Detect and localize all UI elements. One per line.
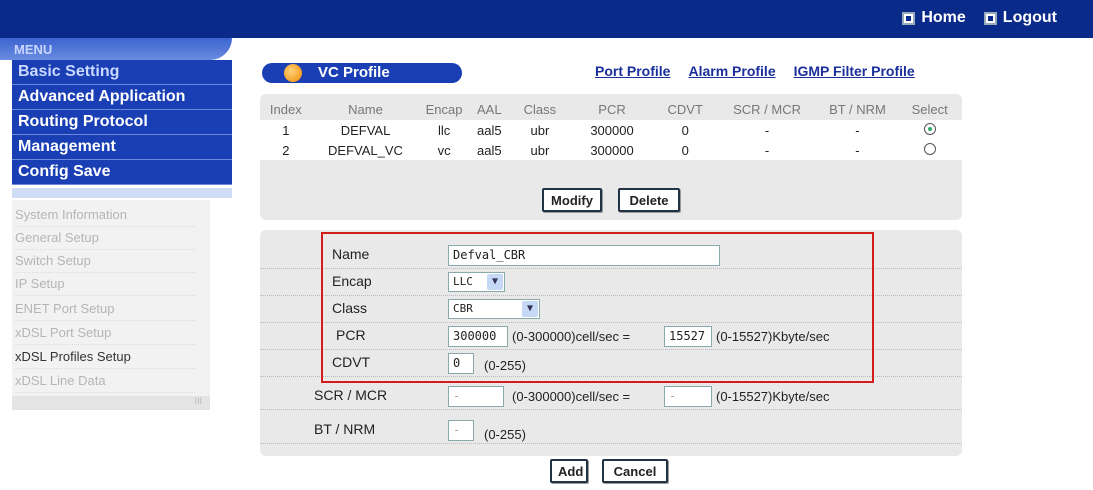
submenu-system-information[interactable]: System Information [15,204,195,227]
scr-kbyte-range: (0-15527)Kbyte/sec [716,389,830,404]
submenu-general-setup[interactable]: General Setup [15,227,195,250]
table-row: 1 DEFVAL llc aal5 ubr 300000 0 - - [260,120,962,140]
submenu-enet-port-setup[interactable]: ENET Port Setup [15,298,195,321]
menu-advanced-application[interactable]: Advanced Application [12,85,232,110]
menu-separator [12,188,232,198]
scr-mcr-input[interactable]: - [448,386,504,407]
main-content: VC Profile Port Profile Alarm Profile IG… [232,38,1093,490]
home-link[interactable]: Home [902,9,966,27]
cell-index: 2 [260,140,312,160]
cell-pcr: 300000 [570,120,654,140]
cell-class: ubr [509,140,571,160]
top-bar: Home Logout [0,0,1093,38]
igmp-filter-profile-link[interactable]: IGMP Filter Profile [794,63,915,79]
cancel-button[interactable]: Cancel [602,459,668,483]
cell-encap: llc [419,120,469,140]
cell-select [897,140,962,160]
scr-kbyte-input[interactable]: - [664,386,712,407]
col-class: Class [523,101,557,117]
col-pcr: PCR [598,101,626,117]
cell-cdvt: 0 [654,120,717,140]
menu-routing-protocol[interactable]: Routing Protocol [12,110,232,135]
cell-cdvt: 0 [654,140,717,160]
top-links: Home Logout [902,9,1057,27]
profile-links: Port Profile Alarm Profile IGMP Filter P… [595,63,915,79]
submenu-xdsl-line-data[interactable]: xDSL Line Data [15,370,195,393]
logout-label: Logout [1002,9,1057,26]
select-radio[interactable] [923,122,936,135]
title-bullet-icon [284,64,302,82]
cell-name: DEFVAL [311,120,420,140]
col-name: Name [348,101,383,117]
submenu-switch-setup[interactable]: Switch Setup [15,250,195,273]
cell-name: DEFVAL_VC [311,140,420,160]
cell-index: 1 [260,120,312,140]
col-cdvt: CDVT [667,101,703,117]
submenu-xdsl-profiles-setup[interactable]: xDSL Profiles Setup [15,346,195,369]
col-encap: Encap [425,101,463,117]
cell-class: ubr [509,120,571,140]
scr-mcr-label: SCR / MCR [314,387,388,403]
col-index: Index [269,101,302,117]
add-button[interactable]: Add [550,459,588,483]
col-aal: AAL [477,101,502,117]
port-profile-link[interactable]: Port Profile [595,63,670,79]
submenu-scrollbar[interactable]: III [12,396,210,410]
logout-link[interactable]: Logout [983,9,1057,27]
cell-scr: - [716,120,818,140]
page-title-text: VC Profile [318,64,390,81]
table-row: 2 DEFVAL_VC vc aal5 ubr 300000 0 - - [260,140,962,160]
home-icon [902,11,916,25]
cell-scr: - [716,140,818,160]
bt-nrm-input[interactable]: - [448,420,474,441]
scr-mcr-range: (0-300000)cell/sec = [512,389,631,404]
delete-button[interactable]: Delete [618,188,680,212]
logout-icon [983,11,997,25]
select-radio[interactable] [923,142,936,155]
submenu-xdsl-port-setup[interactable]: xDSL Port Setup [15,322,195,345]
alarm-profile-link[interactable]: Alarm Profile [688,63,775,79]
page-title: VC Profile [262,63,462,83]
cell-pcr: 300000 [570,140,654,160]
bt-nrm-range: (0-255) [484,427,526,442]
left-menu: MENU Basic Setting Advanced Application … [0,38,232,490]
form-row-bt-nrm: BT / NRM - (0-255) [260,418,962,444]
modify-button[interactable]: Modify [542,188,602,212]
highlight-box [321,232,874,383]
form-row-scr-mcr: SCR / MCR - (0-300000)cell/sec = - (0-15… [260,384,962,410]
cell-select [897,120,962,140]
cell-aal: aal5 [468,140,510,160]
cell-bt: - [817,120,898,140]
col-bt-nrm: BT / NRM [829,101,886,117]
scroll-indicator: III [194,396,202,406]
menu-config-save[interactable]: Config Save [12,160,232,185]
cell-bt: - [817,140,898,160]
table-header-row: Index Name Encap AAL Class PCR CDVT SCR … [260,98,962,120]
bt-nrm-label: BT / NRM [314,421,376,437]
menu-header: MENU [0,38,232,60]
col-scr-mcr: SCR / MCR [733,101,801,117]
menu-management[interactable]: Management [12,135,232,160]
menu-basic-setting[interactable]: Basic Setting [12,60,232,85]
col-select: Select [911,101,948,117]
cell-encap: vc [419,140,469,160]
vc-profile-table: Index Name Encap AAL Class PCR CDVT SCR … [260,98,962,160]
submenu-ip-setup[interactable]: IP Setup [15,273,195,296]
cell-aal: aal5 [468,120,510,140]
home-label: Home [921,9,966,26]
